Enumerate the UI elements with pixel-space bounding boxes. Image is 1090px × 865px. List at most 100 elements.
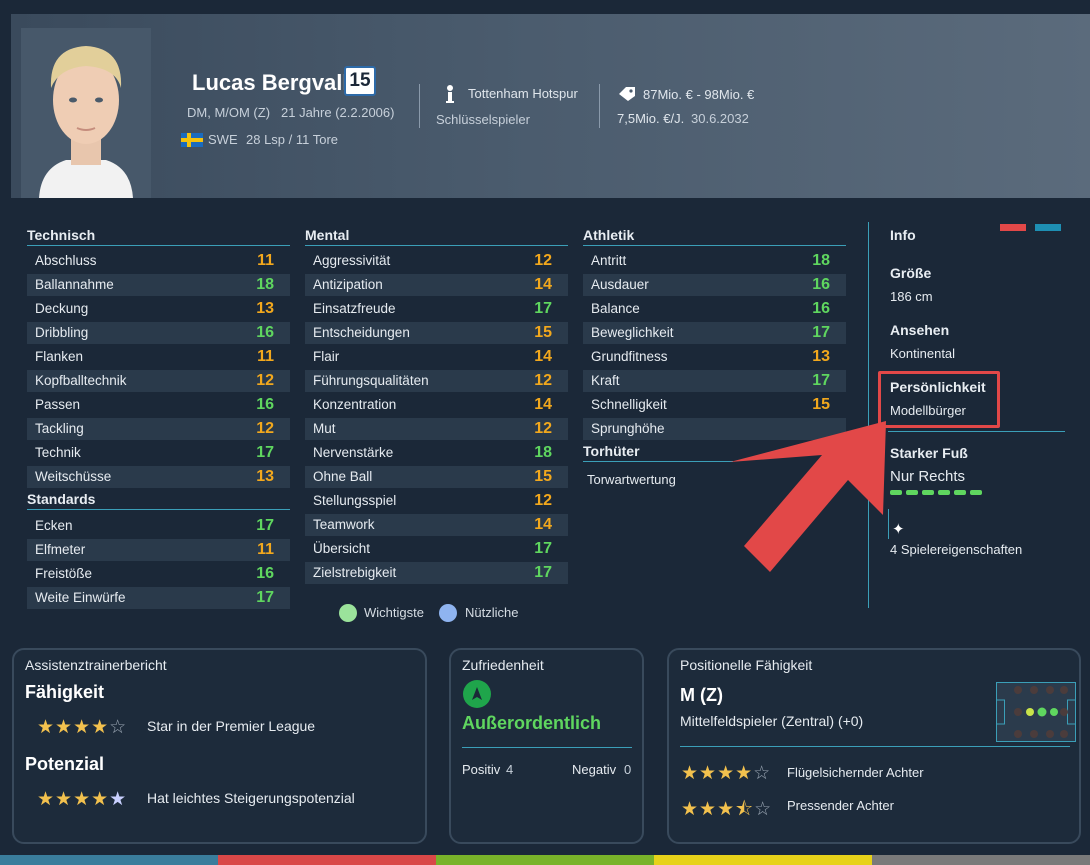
header-divider (599, 84, 600, 128)
attribute-row[interactable]: Ohne Ball 15 (305, 466, 568, 488)
pitch-map-icon[interactable] (996, 682, 1076, 742)
attribute-label: Zielstrebigkeit (313, 565, 397, 580)
physical-header: Athletik (583, 227, 635, 243)
preferred-foot-value: Nur Rechts (890, 468, 966, 485)
attribute-row[interactable]: Weite Einwürfe 17 (27, 587, 290, 609)
attribute-row[interactable]: Aggressivität 12 (305, 250, 568, 272)
attribute-value: 17 (534, 564, 552, 581)
attribute-row[interactable]: Abschluss 11 (27, 250, 290, 272)
attribute-row[interactable]: Kraft 17 (583, 370, 846, 392)
header-underline (27, 245, 290, 246)
player-traits[interactable]: 4 Spielereigenschaften (890, 542, 1022, 557)
attribute-label: Entscheidungen (313, 325, 410, 340)
attribute-label: Übersicht (313, 541, 371, 556)
attribute-label: Freistöße (35, 566, 93, 581)
attribute-row[interactable]: Ecken 17 (27, 515, 290, 537)
attribute-value: 17 (812, 372, 830, 389)
attribute-row[interactable]: Schnelligkeit 15 (583, 394, 846, 416)
legend-key: Wichtigste (364, 605, 424, 620)
attribute-value: 15 (812, 396, 830, 413)
attribute-row[interactable]: Stellungsspiel 12 (305, 490, 568, 512)
attribute-label: Mut (313, 421, 336, 436)
attribute-label: Ausdauer (591, 277, 649, 292)
attribute-row[interactable]: Kopfballtechnik 12 (27, 370, 290, 392)
attribute-row[interactable]: Teamwork 14 (305, 514, 568, 536)
attribute-row[interactable]: Freistöße 16 (27, 563, 290, 585)
mental-header: Mental (305, 227, 350, 243)
attribute-value: 12 (256, 420, 274, 437)
attribute-row[interactable]: Konzentration 14 (305, 394, 568, 416)
reputation-label: Ansehen (890, 322, 950, 338)
attribute-row[interactable]: Deckung 13 (27, 298, 290, 320)
player-photo (21, 28, 151, 198)
attribute-row[interactable]: Ausdauer 16 (583, 274, 846, 296)
attribute-value: 18 (256, 276, 274, 293)
color-tab-red[interactable] (1000, 224, 1026, 231)
attribute-row[interactable]: Passen 16 (27, 394, 290, 416)
attribute-value: 16 (812, 276, 830, 293)
attribute-row[interactable]: Tackling 12 (27, 418, 290, 440)
attribute-value: 17 (534, 300, 552, 317)
attribute-label: Schnelligkeit (591, 397, 667, 412)
attribute-value: 16 (256, 396, 274, 413)
attribute-row[interactable]: Zielstrebigkeit 17 (305, 562, 568, 584)
bottom-strip-grey (872, 855, 1090, 865)
attribute-row[interactable]: Dribbling 16 (27, 322, 290, 344)
attribute-value: 17 (256, 589, 274, 606)
attribute-row[interactable]: Ballannahme 18 (27, 274, 290, 296)
attribute-row[interactable]: Flanken 11 (27, 346, 290, 368)
attribute-row[interactable]: Elfmeter 11 (27, 539, 290, 561)
header-divider (419, 84, 420, 128)
attribute-row[interactable]: Balance 16 (583, 298, 846, 320)
attribute-row[interactable]: Übersicht 17 (305, 538, 568, 560)
attribute-row[interactable]: Weitschüsse 13 (27, 466, 290, 488)
club-name[interactable]: Tottenham Hotspur (468, 86, 578, 101)
role-2-name: Pressender Achter (787, 798, 894, 813)
attribute-row[interactable]: Einsatzfreude 17 (305, 298, 568, 320)
negative-label: Negativ (572, 762, 617, 777)
attribute-label: Technik (35, 445, 81, 460)
attribute-row[interactable]: Antizipation 14 (305, 274, 568, 296)
happiness-panel[interactable] (449, 648, 644, 844)
attribute-row[interactable]: Technik 17 (27, 442, 290, 464)
color-tab-blue[interactable] (1035, 224, 1061, 231)
player-name: Lucas Bergvall (192, 70, 349, 95)
attribute-row[interactable]: Antritt 18 (583, 250, 846, 272)
bottom-strip-yellow (654, 855, 872, 865)
potential-stars: ★★★★★ (37, 788, 128, 810)
bottom-strip-green (436, 855, 654, 865)
attribute-label: Elfmeter (35, 542, 86, 557)
attribute-value: 17 (256, 517, 274, 534)
attribute-label: Kopfballtechnik (35, 373, 127, 388)
attribute-value: 12 (534, 420, 552, 437)
attribute-row[interactable]: Entscheidungen 15 (305, 322, 568, 344)
attribute-value: 14 (534, 276, 552, 293)
attribute-row[interactable]: Nervenstärke 18 (305, 442, 568, 464)
attribute-value: 14 (534, 348, 552, 365)
attribute-label: Grundfitness (591, 349, 668, 364)
attribute-label: Dribbling (35, 325, 89, 340)
transfer-value: 87Mio. € - 98Mio. € (643, 87, 755, 102)
attribute-label: Balance (591, 301, 640, 316)
attribute-label: Aggressivität (313, 253, 391, 268)
attribute-row[interactable]: Flair 14 (305, 346, 568, 368)
ability-stars: ★★★★☆ (37, 716, 128, 738)
attribute-value: 13 (812, 348, 830, 365)
header-underline (583, 245, 846, 246)
attribute-value: 14 (534, 516, 552, 533)
attribute-label: Kraft (591, 373, 620, 388)
attribute-row[interactable]: Mut 12 (305, 418, 568, 440)
attribute-row[interactable]: Beweglichkeit 17 (583, 322, 846, 344)
attribute-row[interactable]: Führungsqualitäten 12 (305, 370, 568, 392)
header-underline (305, 245, 568, 246)
role-1-name: Flügelsichernder Achter (787, 765, 924, 780)
player-nation[interactable]: SWE (208, 132, 238, 147)
attribute-label: Ohne Ball (313, 469, 373, 484)
positional-title: Positionelle Fähigkeit (680, 657, 813, 673)
price-tag-icon (619, 87, 635, 101)
technical-header: Technisch (27, 227, 96, 243)
attribute-value: 17 (812, 324, 830, 341)
attribute-row[interactable]: Grundfitness 13 (583, 346, 846, 368)
sweden-flag-icon (181, 133, 203, 147)
attribute-label: Stellungsspiel (313, 493, 397, 508)
